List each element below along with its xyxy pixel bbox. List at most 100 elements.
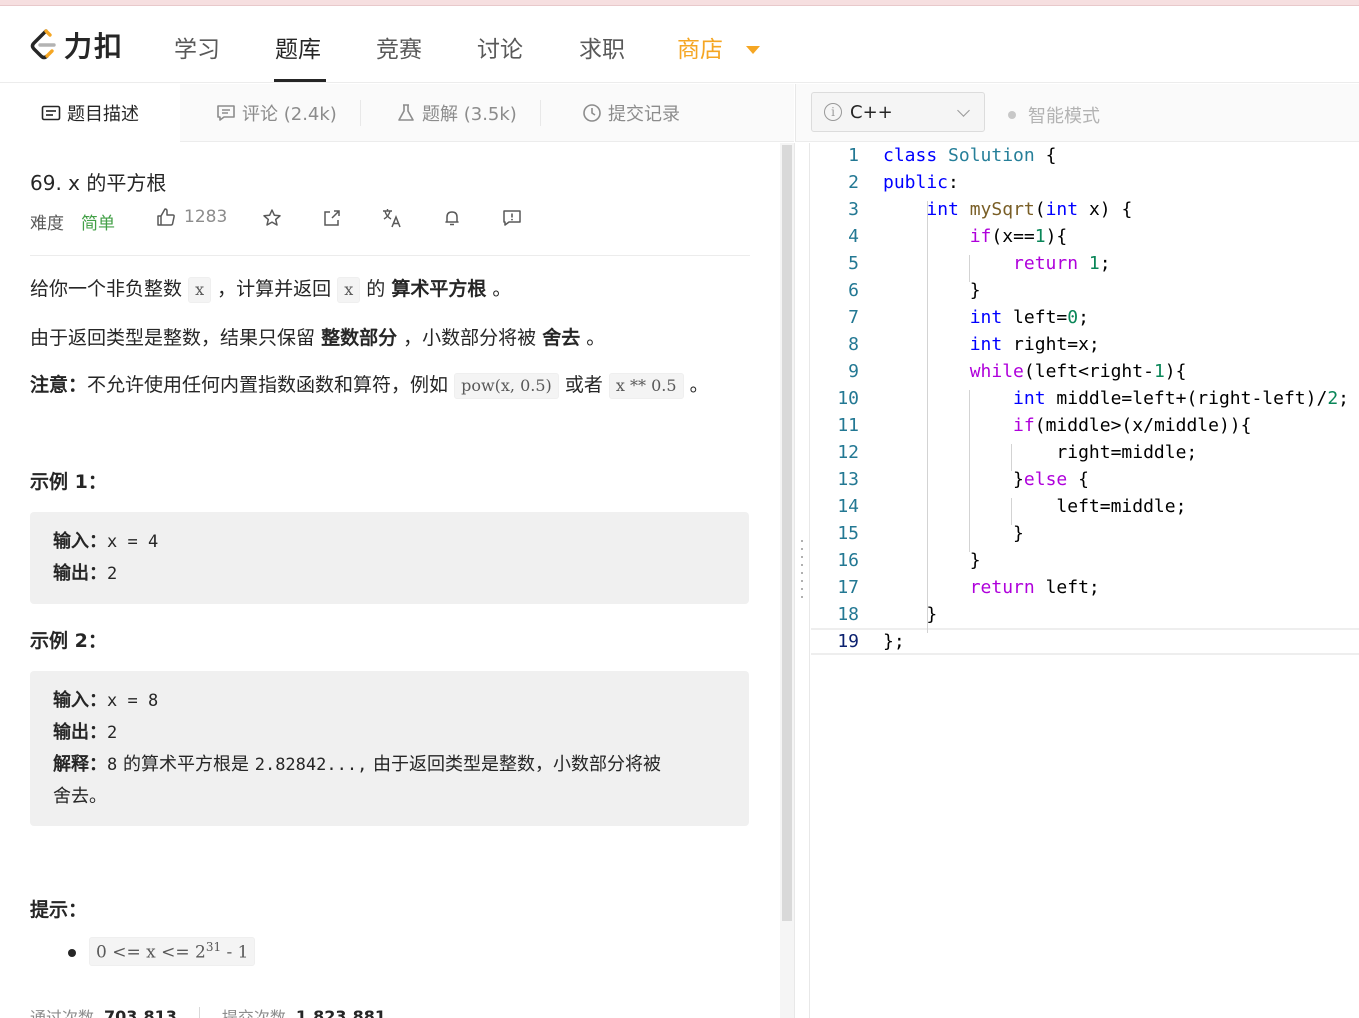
scrollbar-thumb[interactable] <box>782 145 792 921</box>
example-label: 输入： <box>53 531 107 552</box>
code-line[interactable]: } <box>883 277 981 304</box>
clock-icon <box>582 103 602 123</box>
feedback-icon[interactable] <box>501 207 523 229</box>
leetcode-logo-icon <box>30 29 56 60</box>
difficulty-label: 难度 <box>30 214 64 234</box>
tab-submissions[interactable]: 提交记录 <box>582 84 680 142</box>
code-line[interactable]: class Solution { <box>883 143 1056 169</box>
nav-item-jobs[interactable]: 求职 <box>579 30 625 64</box>
logo-text: 力扣 <box>64 30 125 63</box>
translate-icon[interactable] <box>381 207 403 229</box>
share-icon[interactable] <box>321 207 343 229</box>
example-label: 解释： <box>53 754 107 775</box>
example-input: x = 8 <box>107 691 159 711</box>
inline-code: x <box>337 277 361 303</box>
bell-icon[interactable] <box>441 207 463 229</box>
code-line[interactable]: while(left<right-1){ <box>883 358 1187 385</box>
example-1-block: 输入：x = 4 输出：2 <box>30 512 749 604</box>
example-explain-text: 由于返回类型是整数，小数部分将被 <box>373 754 662 775</box>
document-icon <box>41 103 61 123</box>
code-line[interactable]: return left; <box>883 574 1100 601</box>
nav-active-underline <box>274 79 326 82</box>
example-explain-num: 8 <box>107 755 118 775</box>
example-label: 输出： <box>53 563 107 584</box>
code-area[interactable]: class Solution { public: int mySqrt(int … <box>811 143 1359 703</box>
problem-tabs: 题目描述 评论 (2.4k) 题解 (3.5k) 提交记录 <box>0 84 794 142</box>
like-button[interactable]: 1283 <box>156 207 227 227</box>
example-2-heading: 示例 2： <box>30 630 107 652</box>
problem-meta: 难度 简单 1283 <box>30 207 750 234</box>
example-label: 输出： <box>53 722 107 743</box>
code-line[interactable]: public: <box>883 169 959 196</box>
tab-comments[interactable]: 评论 (2.4k) <box>216 84 337 142</box>
language-select[interactable]: i C++ <box>811 92 985 132</box>
example-explain-value: 2.82842..., <box>254 755 368 775</box>
desc-text: 的 <box>366 278 386 300</box>
nav-item-store[interactable]: 商店 <box>677 30 723 64</box>
inline-code: pow(x, 0.5) <box>454 373 559 399</box>
description-scrollbar[interactable] <box>780 143 794 1018</box>
code-line[interactable]: } <box>883 520 1024 547</box>
code-line[interactable]: } <box>883 601 937 628</box>
desc-text: 或者 <box>564 374 603 396</box>
flask-icon <box>396 103 416 123</box>
code-line[interactable]: int mySqrt(int x) { <box>883 196 1132 223</box>
info-icon: i <box>824 103 842 121</box>
drag-grip-icon <box>801 540 803 604</box>
nav-item-learn[interactable]: 学习 <box>174 30 220 64</box>
tab-solutions[interactable]: 题解 (3.5k) <box>396 84 517 142</box>
bullet-icon <box>68 949 76 957</box>
example-1-heading: 示例 1： <box>30 471 107 493</box>
difficulty-badge: 简单 <box>81 214 115 234</box>
code-line[interactable]: if(x==1){ <box>883 223 1068 250</box>
code-line[interactable]: }; <box>883 628 905 655</box>
star-icon[interactable] <box>261 207 283 229</box>
hints-heading: 提示： <box>30 899 88 921</box>
tab-description[interactable]: 题目描述 <box>0 84 180 142</box>
constraint-code: 0 <= x <= 231 - 1 <box>89 937 256 966</box>
description-paragraph-3: 注意：不允许使用任何内置指数函数和算符，例如 pow(x, 0.5) 或者 x … <box>30 370 709 399</box>
code-line[interactable]: return 1; <box>883 250 1111 277</box>
nav-item-problemset[interactable]: 题库 <box>275 30 321 64</box>
desc-text: 。 <box>492 278 512 300</box>
smart-mode-label: 智能模式 <box>1028 106 1100 127</box>
example-output: 2 <box>107 723 118 743</box>
code-line[interactable]: }else { <box>883 466 1089 493</box>
submission-stats: 通过次数 703,813 提交次数 1,823,881 <box>30 1004 386 1018</box>
code-line[interactable]: int right=x; <box>883 331 1100 358</box>
tab-separator <box>540 100 541 126</box>
code-line[interactable]: right=middle; <box>883 439 1197 466</box>
code-editor[interactable]: 1 2 3 4 5 6 7 8 9 10 11 12 13 14 15 16 17 18 19 class Solu… <box>811 143 1359 1018</box>
tab-submissions-label: 提交记录 <box>608 104 680 125</box>
desc-bold: 算术平方根 <box>391 278 487 300</box>
smart-mode-toggle[interactable]: 智能模式 <box>1008 102 1100 128</box>
code-line[interactable]: if(middle>(x/middle)){ <box>883 412 1251 439</box>
desc-bold: 注意： <box>30 374 88 396</box>
desc-text: 由于返回类型是整数，结果只保留 <box>30 327 316 349</box>
panel-resize-handle[interactable] <box>794 143 810 1018</box>
inline-code: x <box>188 277 212 303</box>
caret-down-icon[interactable] <box>746 46 760 54</box>
code-line[interactable]: int left=0; <box>883 304 1089 331</box>
editor-toolbar: i C++ 智能模式 <box>795 84 1359 142</box>
desc-bold: 整数部分 <box>321 327 398 349</box>
desc-text: 。 <box>689 374 709 396</box>
example-output: 2 <box>107 564 118 584</box>
nav-item-contest[interactable]: 竞赛 <box>376 30 422 64</box>
logo[interactable]: 力扣 <box>28 27 124 63</box>
problem-title: 69. x 的平方根 <box>30 171 167 195</box>
status-dot-icon <box>1008 111 1016 119</box>
nav-item-discuss[interactable]: 讨论 <box>477 30 523 64</box>
example-label: 输入： <box>53 690 107 711</box>
code-line[interactable]: int middle=left+(right-left)/2; <box>883 385 1349 412</box>
passed-count: 703,813 <box>104 1006 177 1018</box>
divider <box>30 255 750 256</box>
tab-comments-label: 评论 (2.4k) <box>242 104 337 125</box>
description-paragraph-2: 由于返回类型是整数，结果只保留 整数部分 ，小数部分将被 舍去 。 <box>30 323 605 350</box>
tab-description-label: 题目描述 <box>67 104 139 125</box>
like-count: 1283 <box>184 207 228 227</box>
code-line[interactable]: left=middle; <box>883 493 1186 520</box>
tab-separator <box>360 100 361 126</box>
code-line[interactable]: } <box>883 547 981 574</box>
language-value: C++ <box>850 101 893 123</box>
